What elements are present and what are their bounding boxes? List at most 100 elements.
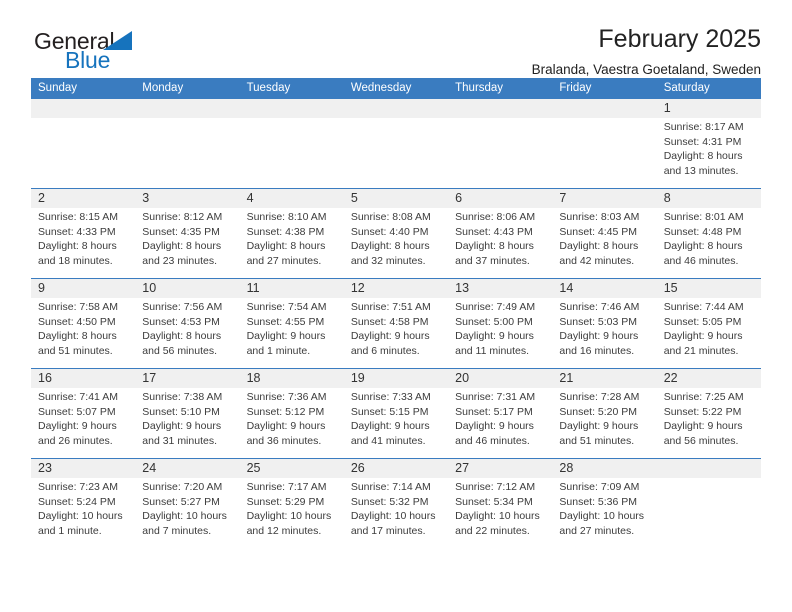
daylight-duration-line1: Daylight: 9 hours — [246, 420, 326, 433]
day-cell-empty — [239, 99, 344, 188]
sunset-time: Sunset: 5:24 PM — [38, 495, 116, 508]
day-number: 23 — [38, 461, 52, 475]
sunset-time: Sunset: 5:12 PM — [246, 405, 325, 418]
weekday-header-row: Sunday Monday Tuesday Wednesday Thursday… — [31, 78, 761, 99]
sunset-time: Sunset: 5:29 PM — [246, 495, 325, 508]
weekday-header-thursday: Thursday — [455, 82, 504, 94]
daylight-duration-line2: and 23 minutes. — [142, 254, 217, 267]
day-sun-info: Sunrise: 8:03 AM Sunset: 4:45 PM Daylight:… — [559, 210, 649, 268]
daylight-duration-line2: and 46 minutes. — [455, 434, 530, 447]
daylight-duration-line2: and 13 minutes. — [663, 164, 739, 177]
day-cell[interactable]: 1 Sunrise: 8:17 AM Sunset: 4:31 PM Daylight… — [656, 99, 761, 188]
day-sun-info: Sunrise: 7:41 AM Sunset: 5:07 PM Daylight:… — [38, 390, 128, 448]
day-cell[interactable]: 13 Sunrise: 7:49 AM Sunset: 5:00 PM Dayligh… — [448, 279, 553, 368]
calendar-week-cells: 23 Sunrise: 7:23 AM Sunset: 5:24 PM Dayligh… — [31, 459, 761, 548]
sunset-time: Sunset: 5:07 PM — [38, 405, 116, 418]
weekday-header-wednesday: Wednesday — [350, 82, 412, 94]
day-sun-info: Sunrise: 8:01 AM Sunset: 4:48 PM Daylight:… — [664, 210, 754, 268]
day-cell[interactable]: 20 Sunrise: 7:31 AM Sunset: 5:17 PM Dayligh… — [448, 369, 553, 458]
general-blue-logo[interactable]: General Blue — [34, 28, 214, 74]
sunset-time: Sunset: 4:40 PM — [350, 225, 429, 238]
daylight-duration-line2: and 56 minutes. — [142, 344, 217, 357]
day-cell[interactable]: 9 Sunrise: 7:58 AM Sunset: 4:50 PM Daylight… — [31, 279, 136, 368]
daylight-duration-line2: and 27 minutes. — [559, 524, 635, 537]
sunrise-time: Sunrise: 7:54 AM — [246, 301, 327, 313]
sunset-time: Sunset: 5:17 PM — [455, 405, 533, 418]
sunrise-time: Sunrise: 7:41 AM — [38, 391, 118, 403]
day-number: 6 — [455, 191, 463, 205]
day-sun-info: Sunrise: 7:20 AM Sunset: 5:27 PM Daylight:… — [142, 480, 232, 538]
day-cell[interactable]: 24 Sunrise: 7:20 AM Sunset: 5:27 PM Dayligh… — [135, 459, 240, 548]
day-number: 11 — [246, 281, 260, 295]
day-cell[interactable]: 22 Sunrise: 7:25 AM Sunset: 5:22 PM Dayligh… — [656, 369, 761, 458]
day-cell[interactable]: 12 Sunrise: 7:51 AM Sunset: 4:58 PM Dayligh… — [343, 279, 449, 368]
daylight-duration-line2: and 6 minutes. — [350, 344, 420, 357]
daylight-duration-line2: and 1 minute. — [246, 344, 311, 357]
day-cell[interactable]: 3 Sunrise: 8:12 AM Sunset: 4:35 PM Daylight… — [135, 189, 240, 278]
day-cell[interactable]: 14 Sunrise: 7:46 AM Sunset: 5:03 PM Dayligh… — [552, 279, 657, 368]
day-number: 12 — [350, 281, 365, 295]
day-cell[interactable]: 6 Sunrise: 8:06 AM Sunset: 4:43 PM Daylight… — [448, 189, 553, 278]
day-cell[interactable]: 21 Sunrise: 7:28 AM Sunset: 5:20 PM Dayligh… — [552, 369, 657, 458]
sunset-time: Sunset: 5:03 PM — [559, 315, 638, 328]
day-sun-info: Sunrise: 7:46 AM Sunset: 5:03 PM Daylight:… — [559, 300, 649, 358]
day-cell[interactable]: 5 Sunrise: 8:08 AM Sunset: 4:40 PM Daylight… — [343, 189, 449, 278]
day-sun-info: Sunrise: 7:44 AM Sunset: 5:05 PM Daylight:… — [664, 300, 754, 358]
day-cell[interactable]: 18 Sunrise: 7:36 AM Sunset: 5:12 PM Dayligh… — [239, 369, 344, 458]
sunrise-time: Sunrise: 7:46 AM — [559, 301, 640, 313]
sunrise-time: Sunrise: 7:38 AM — [142, 391, 223, 403]
daylight-duration-line2: and 32 minutes. — [350, 254, 426, 267]
day-cell[interactable]: 27 Sunrise: 7:12 AM Sunset: 5:34 PM Dayligh… — [448, 459, 553, 548]
daylight-duration-line2: and 51 minutes. — [38, 344, 113, 357]
day-cell-empty — [448, 99, 553, 188]
title-block: February 2025 Bralanda, Vaestra Goetalan… — [532, 24, 761, 80]
day-number: 25 — [246, 461, 261, 475]
day-sun-info: Sunrise: 7:28 AM Sunset: 5:20 PM Daylight:… — [559, 390, 649, 448]
day-cell[interactable]: 8 Sunrise: 8:01 AM Sunset: 4:48 PM Daylight… — [656, 189, 761, 278]
calendar-week-row: 9 Sunrise: 7:58 AM Sunset: 4:50 PM Daylight… — [31, 278, 761, 368]
sunrise-time: Sunrise: 7:25 AM — [663, 391, 744, 403]
daylight-duration-line2: and 18 minutes. — [38, 254, 113, 267]
sunset-time: Sunset: 4:55 PM — [246, 315, 325, 328]
weekday-header-sunday: Sunday — [38, 82, 78, 94]
day-cell[interactable]: 2 Sunrise: 8:15 AM Sunset: 4:33 PM Daylight… — [31, 189, 136, 278]
daylight-duration-line2: and 26 minutes. — [38, 434, 113, 447]
day-number: 27 — [455, 461, 470, 475]
day-cell[interactable]: 16 Sunrise: 7:41 AM Sunset: 5:07 PM Dayligh… — [31, 369, 136, 458]
calendar-week-row: 2 Sunrise: 8:15 AM Sunset: 4:33 PM Daylight… — [31, 188, 761, 278]
daylight-duration-line2: and 7 minutes. — [142, 524, 212, 537]
day-cell[interactable]: 28 Sunrise: 7:09 AM Sunset: 5:36 PM Dayligh… — [552, 459, 657, 548]
day-number: 4 — [246, 191, 254, 205]
day-number — [455, 99, 545, 118]
day-cell[interactable]: 10 Sunrise: 7:56 AM Sunset: 4:53 PM Dayligh… — [135, 279, 240, 368]
daylight-duration-line1: Daylight: 8 hours — [350, 240, 430, 253]
page-header: General Blue February 2025 Bralanda, Vae… — [31, 0, 761, 77]
daylight-duration-line2: and 42 minutes. — [559, 254, 635, 267]
sunrise-time: Sunrise: 7:56 AM — [142, 301, 223, 313]
day-sun-info: Sunrise: 7:56 AM Sunset: 4:53 PM Daylight:… — [142, 300, 232, 358]
day-sun-info: Sunrise: 7:09 AM Sunset: 5:36 PM Daylight:… — [559, 480, 649, 538]
sunrise-time: Sunrise: 7:44 AM — [663, 301, 744, 313]
sunrise-time: Sunrise: 7:09 AM — [559, 481, 640, 493]
sunrise-time: Sunrise: 7:20 AM — [142, 481, 223, 493]
day-cell[interactable]: 17 Sunrise: 7:38 AM Sunset: 5:10 PM Dayligh… — [135, 369, 240, 458]
day-cell[interactable]: 19 Sunrise: 7:33 AM Sunset: 5:15 PM Dayligh… — [343, 369, 449, 458]
sunset-time: Sunset: 4:43 PM — [455, 225, 533, 238]
day-cell[interactable]: 11 Sunrise: 7:54 AM Sunset: 4:55 PM Dayligh… — [239, 279, 344, 368]
day-cell[interactable]: 7 Sunrise: 8:03 AM Sunset: 4:45 PM Daylight… — [552, 189, 657, 278]
day-cell[interactable]: 25 Sunrise: 7:17 AM Sunset: 5:29 PM Dayligh… — [239, 459, 344, 548]
calendar-grid: Sunday Monday Tuesday Wednesday Thursday… — [31, 78, 761, 548]
day-cell-empty — [343, 99, 449, 188]
day-cell[interactable]: 4 Sunrise: 8:10 AM Sunset: 4:38 PM Daylight… — [239, 189, 344, 278]
sunrise-time: Sunrise: 8:01 AM — [663, 211, 744, 223]
day-cell[interactable]: 26 Sunrise: 7:14 AM Sunset: 5:32 PM Dayligh… — [343, 459, 449, 548]
sunset-time: Sunset: 4:45 PM — [559, 225, 638, 238]
daylight-duration-line1: Daylight: 9 hours — [246, 330, 326, 343]
sunset-time: Sunset: 4:38 PM — [246, 225, 325, 238]
sunrise-time: Sunrise: 8:08 AM — [350, 211, 431, 223]
sunrise-time: Sunrise: 7:28 AM — [559, 391, 640, 403]
daylight-duration-line1: Daylight: 9 hours — [559, 420, 639, 433]
day-cell[interactable]: 23 Sunrise: 7:23 AM Sunset: 5:24 PM Dayligh… — [31, 459, 136, 548]
day-cell[interactable]: 15 Sunrise: 7:44 AM Sunset: 5:05 PM Dayligh… — [656, 279, 761, 368]
daylight-duration-line2: and 21 minutes. — [663, 344, 739, 357]
